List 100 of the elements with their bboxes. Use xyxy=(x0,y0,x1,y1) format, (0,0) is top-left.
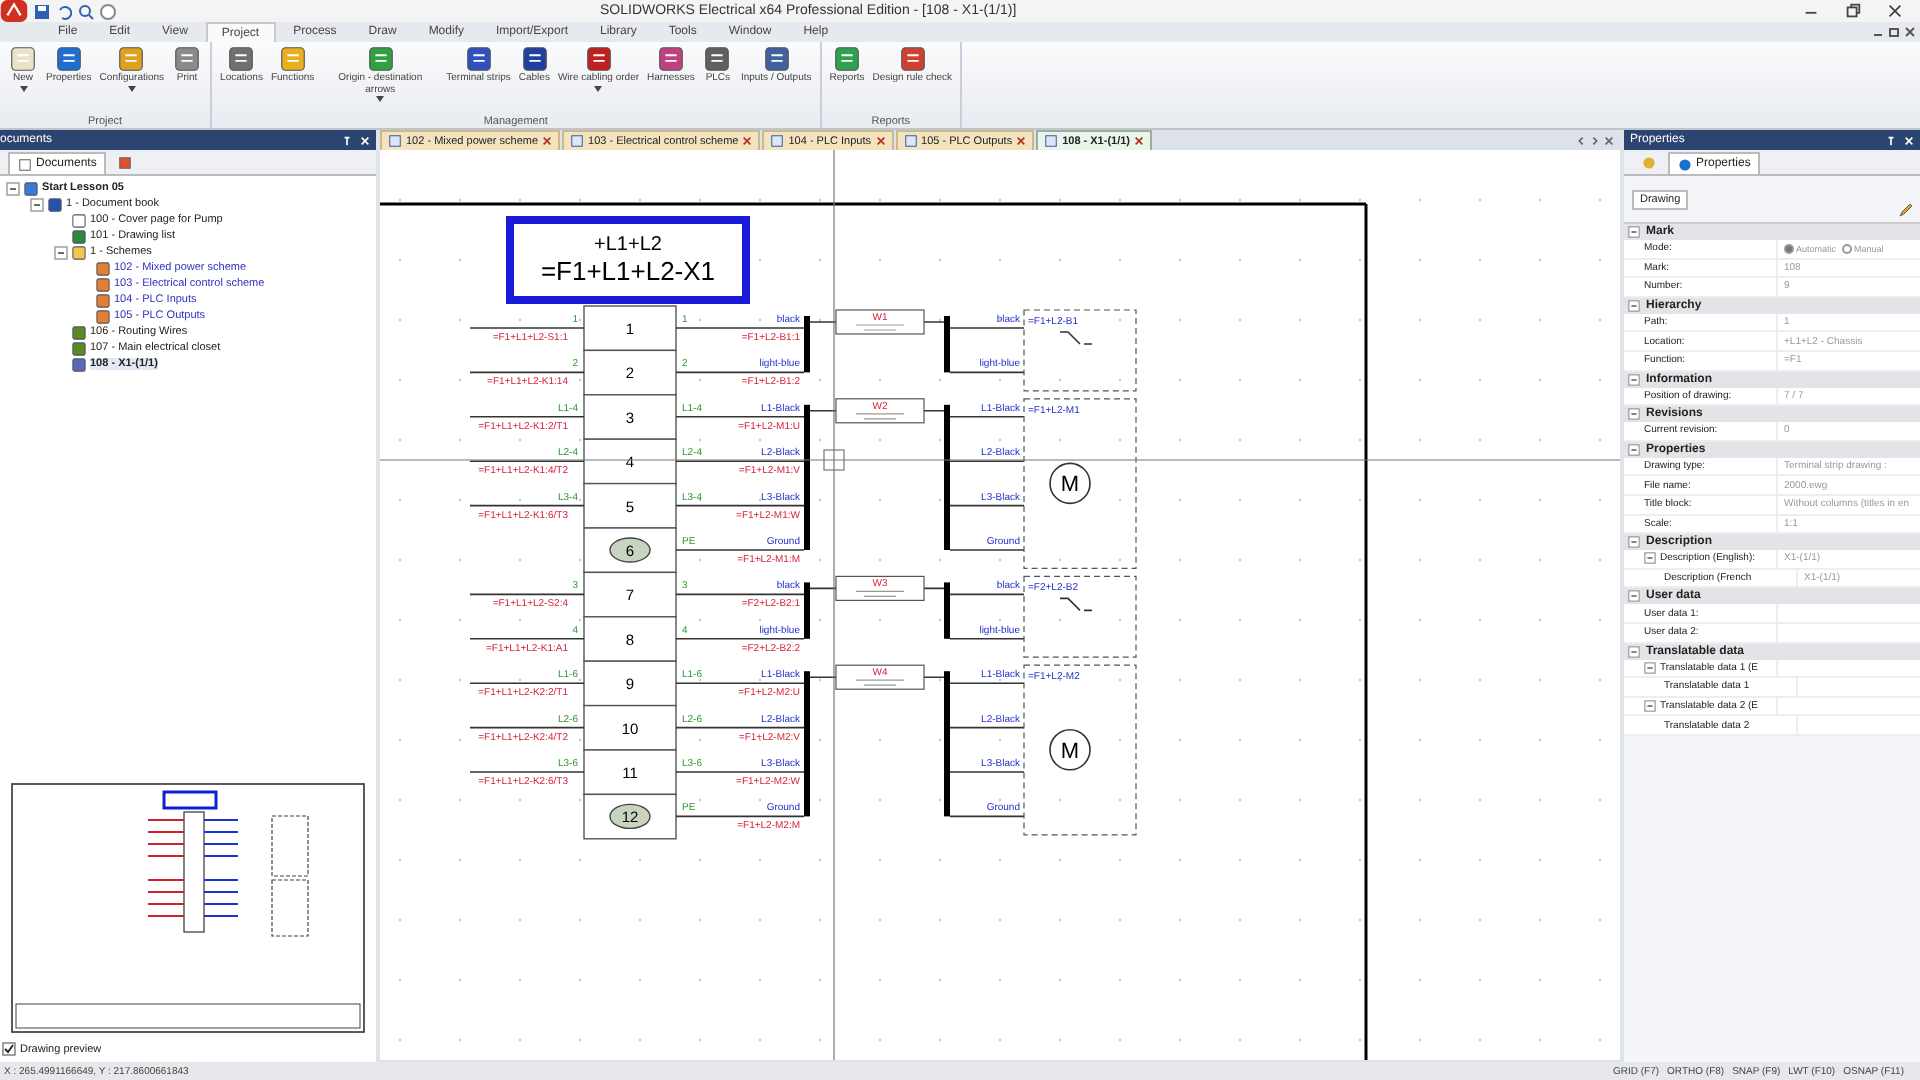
wire-line xyxy=(949,593,1025,596)
wire-line xyxy=(469,416,585,418)
wire-line xyxy=(949,504,1025,507)
collapse-toggle[interactable] xyxy=(1628,299,1640,312)
cable-description-line xyxy=(855,590,905,597)
close-icon[interactable] xyxy=(1134,136,1145,146)
collapse-toggle[interactable] xyxy=(6,181,20,195)
undo-icon[interactable] xyxy=(56,3,72,19)
terminal-block[interactable] xyxy=(583,394,677,440)
cable-bus-bar xyxy=(944,582,950,639)
wire-line xyxy=(469,593,585,596)
caret-icon xyxy=(19,85,27,91)
wire-line xyxy=(469,726,585,729)
terminal-block[interactable] xyxy=(583,749,677,796)
close-icon[interactable] xyxy=(1016,136,1027,146)
wire-line xyxy=(809,587,945,590)
wire-line xyxy=(949,771,1025,773)
save-icon[interactable] xyxy=(34,3,50,19)
pin-icon[interactable] xyxy=(342,135,352,145)
collapse-toggle[interactable] xyxy=(1628,373,1640,386)
switch-symbol xyxy=(1059,597,1093,612)
cable-label-frame xyxy=(835,664,925,690)
close-icon[interactable] xyxy=(1904,26,1916,38)
component-frame xyxy=(1023,575,1137,658)
wire-line xyxy=(675,371,805,374)
wire-line xyxy=(809,410,945,412)
caret-icon xyxy=(376,96,385,102)
cable-label-frame xyxy=(835,575,925,601)
restore-icon[interactable] xyxy=(1844,2,1862,20)
collapse-toggle[interactable] xyxy=(1628,645,1640,657)
wire-line xyxy=(949,549,1025,551)
wire-line xyxy=(949,726,1025,729)
terminal-block[interactable] xyxy=(583,616,677,662)
collapse-toggle[interactable] xyxy=(1644,699,1656,712)
collapse-toggle[interactable] xyxy=(54,245,68,259)
pin-icon[interactable] xyxy=(1886,135,1896,145)
cable-label-frame xyxy=(835,398,925,424)
terminal-strip-mark: =F1+L1+L2-X1 xyxy=(540,256,716,286)
close-icon[interactable] xyxy=(1886,2,1904,20)
wire-line xyxy=(675,593,805,596)
collapse-toggle[interactable] xyxy=(1644,552,1656,565)
pencil-icon[interactable] xyxy=(1898,202,1914,218)
wire-line xyxy=(949,638,1025,640)
scroll-right-icon[interactable] xyxy=(1590,136,1600,146)
motor-symbol xyxy=(1049,462,1091,505)
app-logo-icon[interactable] xyxy=(0,0,28,22)
wire-line xyxy=(469,638,585,640)
motor-letter: M xyxy=(1060,739,1080,764)
cable-description-line xyxy=(855,679,905,686)
cable-label-frame xyxy=(835,309,925,335)
caret-icon xyxy=(127,85,136,91)
switch-symbol xyxy=(1059,331,1093,345)
scroll-left-icon[interactable] xyxy=(1576,136,1586,146)
terminal-block[interactable] xyxy=(583,305,677,352)
collapse-toggle[interactable] xyxy=(1628,226,1640,238)
component-frame xyxy=(1023,309,1137,392)
wire-line xyxy=(949,416,1025,418)
wire-line xyxy=(675,638,805,640)
wire-line xyxy=(949,682,1025,684)
close-icon[interactable] xyxy=(1604,136,1614,146)
cable-bus-bar xyxy=(804,316,810,373)
location-label: +L1+L2 xyxy=(594,234,662,256)
terminal-block[interactable] xyxy=(583,482,677,529)
close-icon[interactable] xyxy=(875,136,886,146)
crosshair-cursor xyxy=(823,449,845,471)
drawing-preview-checkbox[interactable] xyxy=(2,1042,16,1056)
wire-line xyxy=(809,676,945,678)
terminal-block[interactable] xyxy=(583,438,677,485)
wire-line xyxy=(675,815,805,818)
motor-letter: M xyxy=(1060,473,1080,498)
collapse-toggle[interactable] xyxy=(1628,590,1640,603)
caret-icon xyxy=(594,85,603,91)
close-icon[interactable] xyxy=(742,136,753,146)
terminal-block[interactable] xyxy=(583,704,677,751)
collapse-toggle[interactable] xyxy=(30,197,44,211)
collapse-toggle[interactable] xyxy=(1628,443,1640,456)
cable-description-line xyxy=(855,413,905,420)
cable-bus-bar xyxy=(804,582,810,639)
wire-line xyxy=(675,416,805,418)
zoom-icon[interactable] xyxy=(78,3,94,19)
restore-icon[interactable] xyxy=(1888,26,1900,38)
wire-line xyxy=(675,327,805,329)
wire-line xyxy=(949,327,1025,329)
terminal-block[interactable] xyxy=(583,660,677,707)
motor-symbol xyxy=(1049,729,1091,771)
collapse-toggle[interactable] xyxy=(1644,661,1656,674)
terminal-block[interactable] xyxy=(583,349,677,396)
cable-bus-bar xyxy=(944,316,950,373)
wire-line xyxy=(675,726,805,729)
close-icon[interactable] xyxy=(542,136,553,146)
collapse-toggle[interactable] xyxy=(1628,536,1640,549)
cable-description-line xyxy=(855,324,905,331)
wire-line xyxy=(949,815,1025,818)
wire-line xyxy=(675,460,805,462)
wire-line xyxy=(469,682,585,684)
collapse-toggle[interactable] xyxy=(1628,408,1640,421)
wire-line xyxy=(675,682,805,684)
wire-line xyxy=(469,771,585,773)
wire-line xyxy=(675,771,805,773)
terminal-block[interactable] xyxy=(583,571,677,618)
